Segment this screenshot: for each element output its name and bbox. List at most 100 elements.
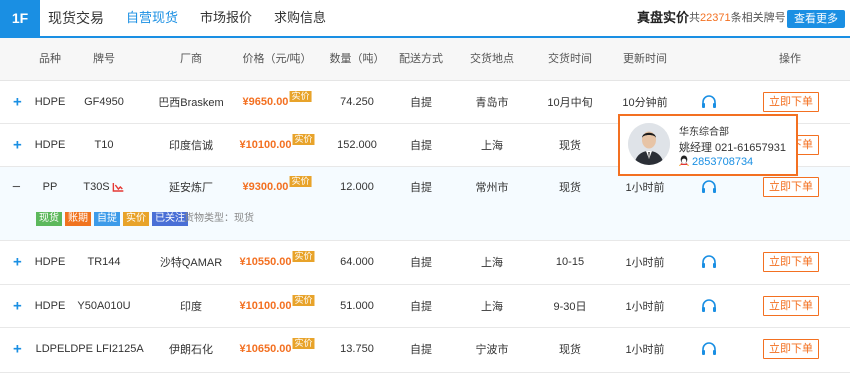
- cell-place: 上海: [481, 257, 503, 269]
- table-row: + HDPE Y50A010U 印度 ¥10100.00 实价 51.000 自提…: [0, 285, 850, 328]
- table-row: + HDPE TR144 沙特QAMAR ¥10550.00 实价 64.000 …: [0, 241, 850, 285]
- col-time: 交货时间: [548, 53, 592, 65]
- cell-updated: 1小时前: [625, 344, 665, 356]
- price-value: ¥10100.00: [239, 300, 292, 312]
- popup-contact: 姚经理 021-61657931: [679, 142, 787, 154]
- cell-delivery: 自提: [410, 140, 432, 152]
- table-header: 品种 牌号 厂商 价格（元/吨） 数量（吨） 配送方式 交货地点 交货时间 更新…: [0, 38, 850, 81]
- collapse-toggle[interactable]: −: [12, 179, 21, 196]
- cell-type: HDPE: [34, 256, 66, 268]
- count-suffix: 条相关牌号: [730, 12, 786, 24]
- headset-icon[interactable]: [701, 255, 717, 269]
- col-grade: 牌号: [93, 53, 115, 65]
- expand-toggle[interactable]: +: [13, 298, 22, 315]
- price-value: ¥9300.00: [242, 181, 289, 193]
- tab-purchase-info[interactable]: 求购信息: [274, 0, 326, 36]
- cell-time: 10-15: [555, 256, 585, 268]
- cell-quantity: 51.000: [340, 300, 374, 312]
- cell-delivery: 自提: [410, 97, 432, 109]
- headset-icon[interactable]: [701, 342, 717, 356]
- spot-price-tag: 实价: [292, 251, 315, 262]
- col-action: 操作: [779, 53, 801, 65]
- expand-toggle[interactable]: +: [13, 94, 22, 111]
- headset-icon[interactable]: [701, 299, 717, 313]
- col-price: 价格（元/吨）: [242, 53, 312, 65]
- price-value: ¥10550.00: [239, 256, 292, 268]
- cell-price: ¥9300.00 实价: [242, 176, 312, 193]
- cell-updated: 1小时前: [625, 257, 665, 269]
- cell-delivery: 自提: [410, 182, 432, 194]
- col-type: 品种: [39, 53, 61, 65]
- cell-updated: 10分钟前: [622, 97, 668, 109]
- cell-price: ¥9650.00 实价: [242, 91, 312, 108]
- cell-grade: GF4950: [84, 96, 124, 108]
- expand-toggle[interactable]: +: [13, 341, 22, 358]
- cell-price: ¥10650.00 实价: [239, 338, 315, 355]
- table-row-expanded: − PP T30S 延安炼厂 ¥9300.00 实价 12.000 自提 常州市 …: [0, 167, 850, 241]
- cell-place: 青岛市: [475, 97, 509, 109]
- table-row: + LDPE LDPE LFI2125A 伊朗石化 ¥10650.00 实价 13…: [0, 328, 850, 373]
- cell-updated: 1小时前: [625, 301, 665, 313]
- cell-delivery: 自提: [410, 301, 432, 313]
- col-maker: 厂商: [180, 53, 202, 65]
- place-order-button[interactable]: 立即下单: [763, 252, 819, 272]
- avatar-image: [628, 123, 670, 165]
- cell-delivery: 自提: [410, 344, 432, 356]
- col-quantity: 数量（吨）: [329, 53, 385, 65]
- count-prefix: 共: [689, 12, 700, 24]
- popup-department: 华东综合部: [679, 127, 729, 138]
- tag-followed: 已关注: [152, 212, 188, 226]
- price-trend-icon[interactable]: [112, 182, 125, 192]
- cell-quantity: 12.000: [340, 181, 374, 193]
- cell-time: 现货: [559, 182, 581, 194]
- cell-grade: T30S: [83, 181, 110, 193]
- spot-price-tag: 实价: [289, 176, 312, 187]
- cell-place: 上海: [481, 140, 503, 152]
- spot-price-tag: 实价: [289, 91, 312, 102]
- cell-quantity: 13.750: [340, 343, 374, 355]
- cell-maker: 印度信诚: [169, 140, 213, 152]
- section-title: 现货交易: [48, 10, 104, 26]
- cell-type: HDPE: [34, 96, 66, 108]
- cell-grade: T10: [94, 139, 114, 151]
- goods-type: 货物类型：现货: [184, 213, 254, 224]
- tag-spot: 现货: [36, 212, 62, 226]
- cell-place: 常州市: [475, 182, 509, 194]
- contact-popup: 华东综合部 姚经理 021-61657931 2853708734: [618, 114, 798, 176]
- col-delivery: 配送方式: [399, 53, 443, 65]
- popup-qq[interactable]: 2853708734: [679, 155, 753, 168]
- related-count: 共22371条相关牌号: [689, 0, 786, 36]
- cell-time: 9-30日: [553, 301, 587, 313]
- cell-delivery: 自提: [410, 257, 432, 269]
- tag-credit: 账期: [65, 212, 91, 226]
- cell-time: 10月中旬: [547, 97, 593, 109]
- cell-quantity: 64.000: [340, 256, 374, 268]
- qq-number: 2853708734: [692, 156, 754, 168]
- place-order-button[interactable]: 立即下单: [763, 339, 819, 359]
- cell-grade-wrap: T30S: [83, 181, 124, 193]
- cell-maker: 印度: [180, 301, 202, 313]
- realtime-title: 真盘实价: [637, 10, 690, 25]
- place-order-button[interactable]: 立即下单: [763, 92, 819, 112]
- row-tags: 现货 账期 自提 实价 已关注: [36, 212, 188, 226]
- cell-price: ¥10550.00 实价: [239, 251, 315, 268]
- view-more-button[interactable]: 查看更多: [787, 10, 845, 28]
- place-order-button[interactable]: 立即下单: [763, 296, 819, 316]
- spot-price-tag: 实价: [292, 134, 315, 145]
- tab-self-operated-spot[interactable]: 自营现货: [126, 0, 179, 38]
- cell-updated: 1小时前: [625, 182, 665, 194]
- headset-icon[interactable]: [701, 180, 717, 194]
- headset-icon[interactable]: [701, 95, 717, 109]
- col-updated: 更新时间: [623, 53, 667, 65]
- cell-time: 现货: [559, 344, 581, 356]
- cell-maker: 巴西Braskem: [158, 97, 224, 109]
- cell-type: PP: [42, 181, 58, 193]
- place-order-button[interactable]: 立即下单: [763, 177, 819, 197]
- expand-toggle[interactable]: +: [13, 137, 22, 154]
- tab-market-quote[interactable]: 市场报价: [200, 0, 252, 36]
- price-value: ¥9650.00: [242, 96, 289, 108]
- top-bar: 1F 现货交易 自营现货 市场报价 求购信息 真盘实价 共22371条相关牌号 …: [0, 0, 850, 38]
- cell-grade: LDPE LFI2125A: [64, 343, 144, 355]
- expand-toggle[interactable]: +: [13, 254, 22, 271]
- cell-type: HDPE: [34, 300, 66, 312]
